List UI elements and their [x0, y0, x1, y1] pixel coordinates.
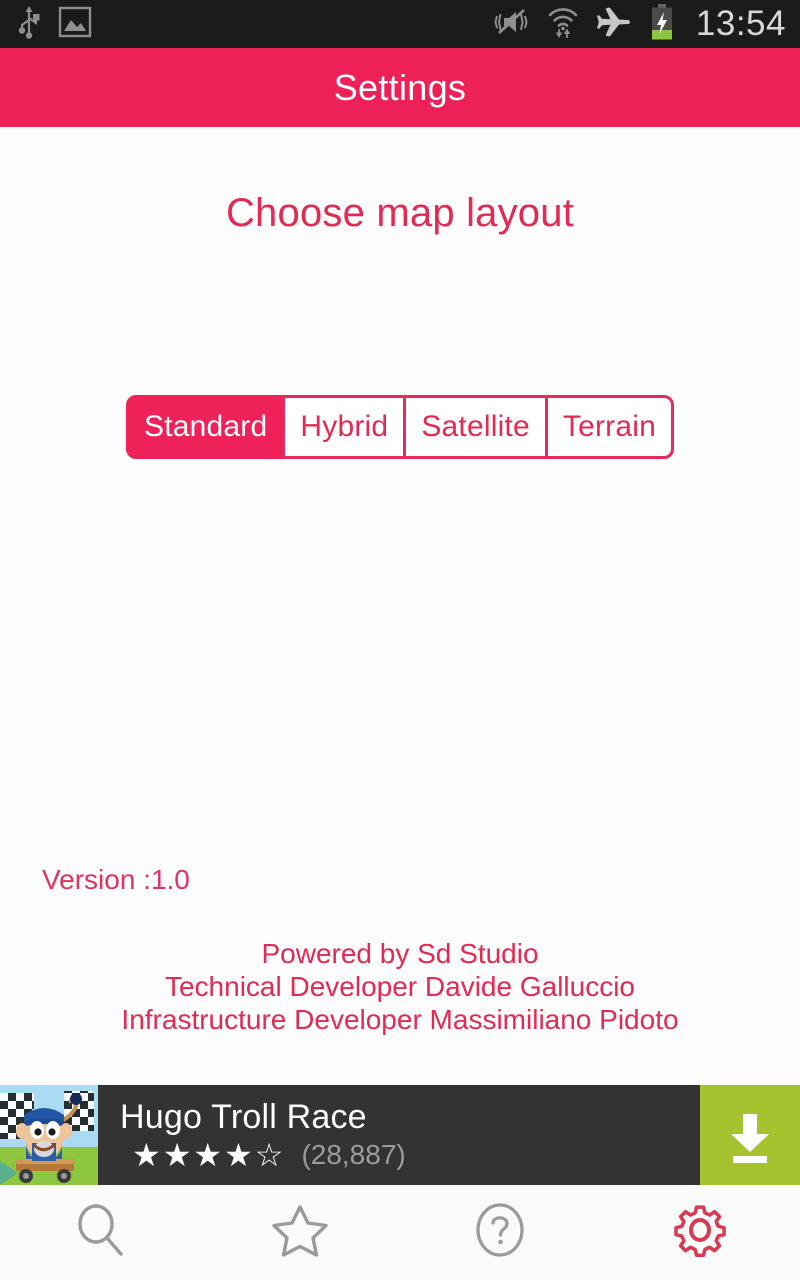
nav-item-favorites[interactable]	[200, 1185, 400, 1280]
segment-hybrid[interactable]: Hybrid	[282, 395, 404, 459]
ad-app-icon[interactable]	[0, 1085, 98, 1185]
bottom-navigation-bar	[0, 1185, 800, 1280]
status-bar: 13:54	[0, 0, 800, 48]
nav-item-settings[interactable]	[600, 1185, 800, 1280]
screenshot-image-icon	[58, 5, 92, 44]
ad-star-rating: ★★★★☆	[132, 1137, 286, 1173]
usb-icon	[16, 5, 42, 44]
credit-line-powered-by: Powered by Sd Studio	[261, 938, 539, 969]
ad-app-title: Hugo Troll Race	[120, 1098, 367, 1136]
action-bar: Settings	[0, 48, 800, 127]
credit-line-technical-developer: Technical Developer Davide Galluccio	[164, 971, 635, 1002]
vibrate-mute-icon	[494, 7, 530, 42]
status-bar-right-icons: 13:54	[494, 0, 786, 48]
map-layout-segmented-control[interactable]: Standard Hybrid Satellite Terrain	[126, 395, 675, 459]
ad-rating-row: ★★★★☆ (28,887)	[120, 1138, 700, 1172]
question-mark-circle-icon	[471, 1201, 529, 1264]
nav-item-search[interactable]	[0, 1185, 200, 1280]
status-bar-clock: 13:54	[695, 4, 786, 43]
credits-block: Powered by Sd Studio Technical Developer…	[0, 937, 800, 1036]
segment-standard[interactable]: Standard	[126, 395, 283, 459]
ad-review-count: (28,887)	[301, 1139, 406, 1170]
main-content: Choose map layout Standard Hybrid Satell…	[0, 127, 800, 1080]
wifi-data-icon	[547, 5, 579, 44]
segment-terrain[interactable]: Terrain	[544, 395, 675, 459]
airplane-mode-icon	[596, 6, 632, 43]
credit-line-infrastructure-developer: Infrastructure Developer Massimiliano Pi…	[121, 1004, 679, 1035]
star-icon	[271, 1201, 329, 1264]
segment-satellite[interactable]: Satellite	[403, 395, 545, 459]
battery-charging-icon	[649, 3, 675, 45]
ad-text-block: Hugo Troll Race ★★★★☆ (28,887)	[98, 1085, 700, 1185]
gear-icon	[671, 1201, 729, 1264]
ad-banner[interactable]: Hugo Troll Race ★★★★☆ (28,887)	[0, 1085, 800, 1185]
download-arrow-icon	[731, 1114, 769, 1163]
version-label: Version :1.0	[42, 864, 190, 895]
page-title: Settings	[333, 66, 467, 108]
nav-item-help[interactable]	[400, 1185, 600, 1280]
status-bar-left-icons	[16, 5, 92, 44]
ad-install-button[interactable]	[700, 1085, 800, 1185]
choose-map-layout-heading: Choose map layout	[225, 191, 575, 235]
search-icon	[71, 1201, 129, 1264]
